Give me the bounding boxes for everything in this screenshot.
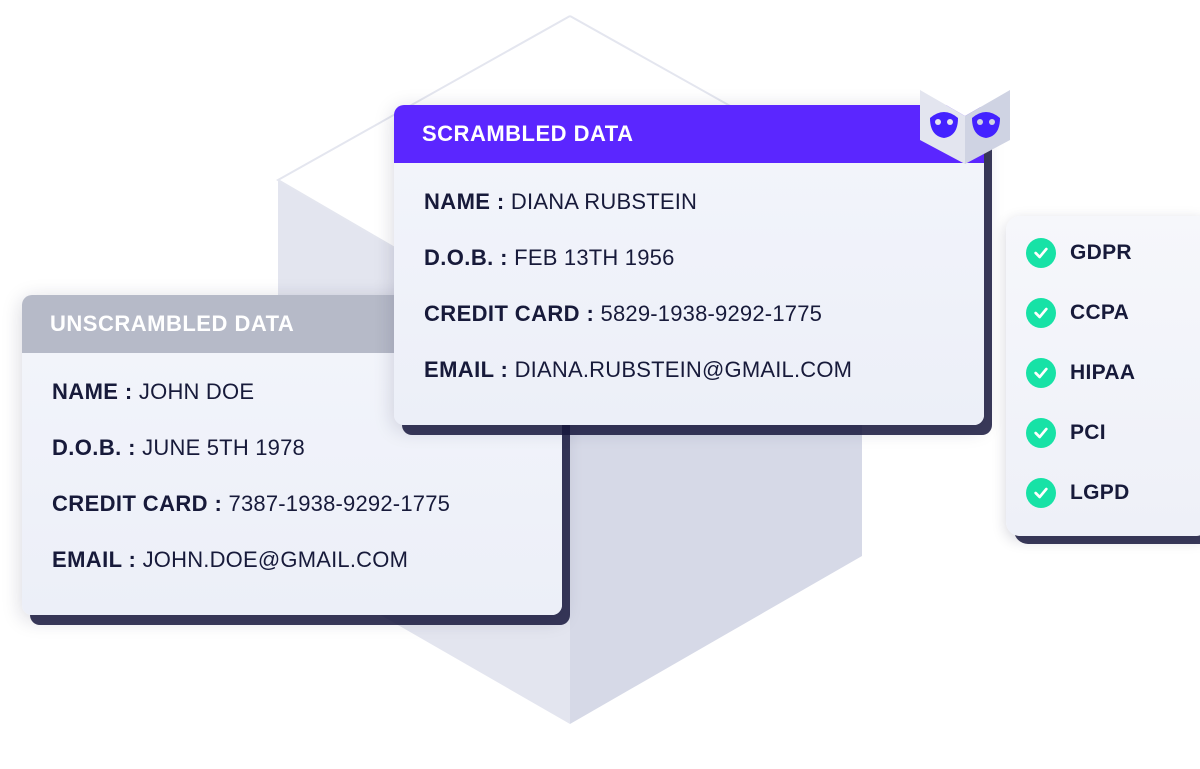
compliance-item-gdpr: GDPR xyxy=(1026,238,1190,268)
compliance-label: GDPR xyxy=(1070,241,1132,265)
field-value: JUNE 5TH 1978 xyxy=(136,435,305,460)
check-icon xyxy=(1026,418,1056,448)
scrambled-name-row: NAME : DIANA RUBSTEIN xyxy=(424,189,954,215)
field-label: CREDIT CARD : xyxy=(424,301,594,326)
compliance-item-pci: PCI xyxy=(1026,418,1190,448)
field-label: CREDIT CARD : xyxy=(52,491,222,516)
unscrambled-dob-row: D.O.B. : JUNE 5TH 1978 xyxy=(52,435,532,461)
field-value: 5829-1938-9292-1775 xyxy=(594,301,822,326)
compliance-label: HIPAA xyxy=(1070,361,1135,385)
compliance-label: LGPD xyxy=(1070,481,1130,505)
field-value: 7387-1938-9292-1775 xyxy=(222,491,450,516)
field-label: EMAIL : xyxy=(52,547,136,572)
diagram-stage: UNSCRAMBLED DATA NAME : JOHN DOE D.O.B. … xyxy=(0,0,1200,769)
compliance-item-ccpa: CCPA xyxy=(1026,298,1190,328)
check-icon xyxy=(1026,478,1056,508)
scrambled-card-header: SCRAMBLED DATA xyxy=(394,105,984,163)
scrambled-email-row: EMAIL : DIANA.RUBSTEIN@GMAIL.COM xyxy=(424,357,954,383)
field-value: FEB 13TH 1956 xyxy=(508,245,675,270)
field-value: DIANA RUBSTEIN xyxy=(505,189,697,214)
field-label: EMAIL : xyxy=(424,357,508,382)
compliance-item-hipaa: HIPAA xyxy=(1026,358,1190,388)
compliance-label: CCPA xyxy=(1070,301,1129,325)
compliance-item-lgpd: LGPD xyxy=(1026,478,1190,508)
scrambled-cc-row: CREDIT CARD : 5829-1938-9292-1775 xyxy=(424,301,954,327)
mask-cube-icon xyxy=(910,60,1020,170)
field-label: NAME : xyxy=(424,189,505,214)
scrambled-card-body: NAME : DIANA RUBSTEIN D.O.B. : FEB 13TH … xyxy=(394,163,984,425)
scrambled-title: SCRAMBLED DATA xyxy=(422,121,634,147)
field-value: JOHN.DOE@GMAIL.COM xyxy=(136,547,408,572)
field-value: JOHN DOE xyxy=(133,379,255,404)
field-value: DIANA.RUBSTEIN@GMAIL.COM xyxy=(508,357,852,382)
scrambled-dob-row: D.O.B. : FEB 13TH 1956 xyxy=(424,245,954,271)
compliance-card: GDPR CCPA HIPAA PCI LGPD xyxy=(1006,216,1200,536)
compliance-label: PCI xyxy=(1070,421,1106,445)
field-label: NAME : xyxy=(52,379,133,404)
unscrambled-title: UNSCRAMBLED DATA xyxy=(50,311,294,337)
check-icon xyxy=(1026,238,1056,268)
unscrambled-email-row: EMAIL : JOHN.DOE@GMAIL.COM xyxy=(52,547,532,573)
field-label: D.O.B. : xyxy=(424,245,508,270)
unscrambled-cc-row: CREDIT CARD : 7387-1938-9292-1775 xyxy=(52,491,532,517)
field-label: D.O.B. : xyxy=(52,435,136,460)
check-icon xyxy=(1026,358,1056,388)
scrambled-data-card: SCRAMBLED DATA NAME : DIANA RUBSTEIN D.O… xyxy=(394,105,984,425)
check-icon xyxy=(1026,298,1056,328)
